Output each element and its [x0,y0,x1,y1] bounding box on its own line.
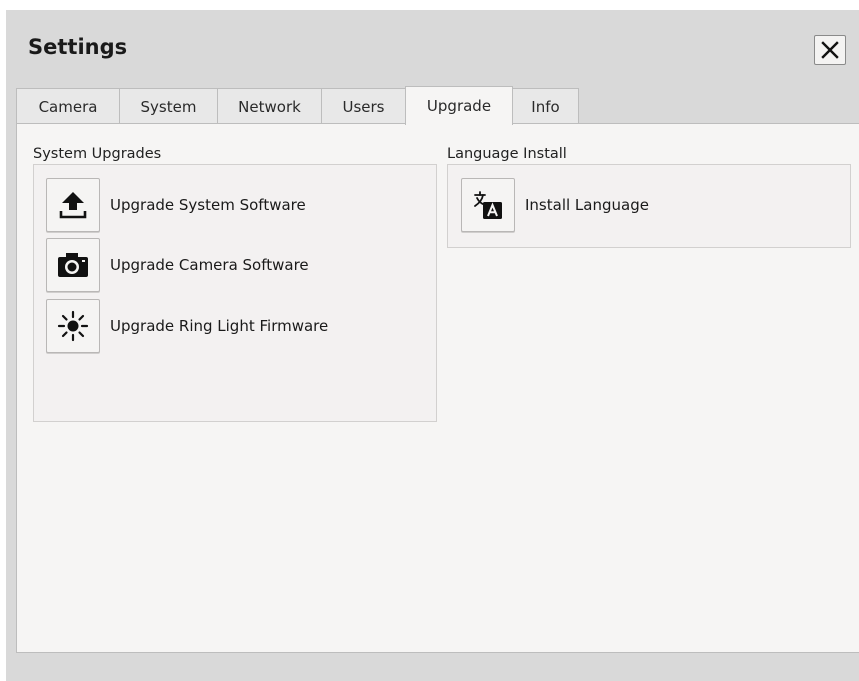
language-icon [474,191,502,219]
upgrade-camera-software-label: Upgrade Camera Software [110,256,309,274]
install-language-button[interactable] [461,178,515,232]
language-install-label: Language Install [447,146,567,162]
upload-icon [59,192,87,219]
tab-network[interactable]: Network [217,88,322,124]
tab-info[interactable]: Info [512,88,579,124]
tab-system[interactable]: System [119,88,218,124]
upgrade-system-software-button[interactable] [46,178,100,232]
install-language-label: Install Language [525,196,649,214]
tab-users[interactable]: Users [321,88,406,124]
close-button[interactable] [814,35,846,65]
settings-dialog: Settings Camera System Network Users Upg… [6,10,859,681]
upgrade-camera-software-button[interactable] [46,238,100,292]
ring-light-icon [57,310,89,342]
upgrade-ring-light-firmware-label: Upgrade Ring Light Firmware [110,317,329,335]
upgrade-system-software-row: Upgrade System Software [46,178,306,232]
tab-camera[interactable]: Camera [16,88,120,124]
system-upgrades-label: System Upgrades [33,146,162,162]
upgrade-ring-light-firmware-button[interactable] [46,299,100,353]
upgrade-camera-software-row: Upgrade Camera Software [46,238,309,292]
upgrade-panel: System Upgrades Upgrade System Software [16,123,859,653]
upgrade-ring-light-row: Upgrade Ring Light Firmware [46,299,328,353]
tab-bar: Camera System Network Users Upgrade Info [16,86,579,125]
tab-upgrade[interactable]: Upgrade [405,86,513,125]
install-language-row: Install Language [461,178,649,232]
upgrade-system-software-label: Upgrade System Software [110,196,306,214]
camera-icon [58,253,88,277]
close-icon [821,41,839,59]
dialog-title: Settings [28,35,128,59]
